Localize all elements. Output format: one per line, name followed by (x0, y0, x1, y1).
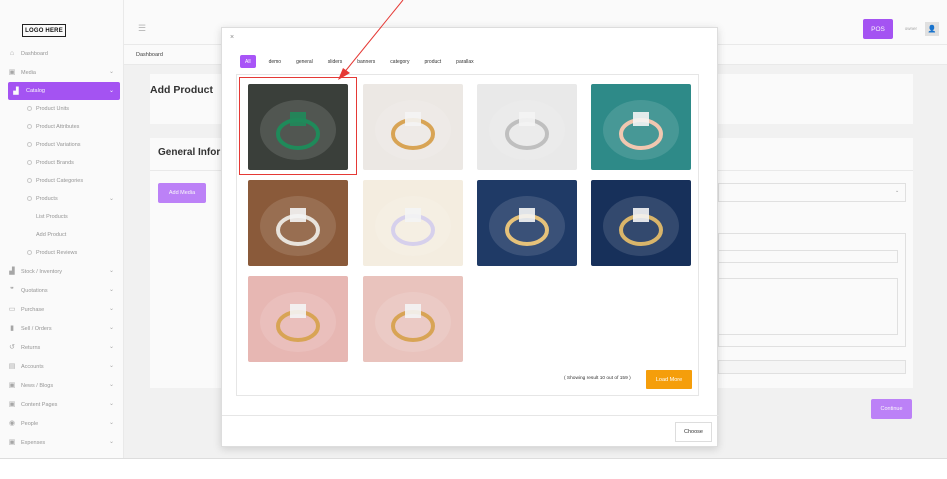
blue-box-ring-image[interactable] (477, 180, 577, 266)
tab-parallax[interactable]: parallax (456, 55, 474, 68)
tab-product[interactable]: product (424, 55, 441, 68)
modal-footer-divider (222, 415, 719, 416)
navy-box-gold-ring-image[interactable] (591, 180, 691, 266)
showing-results-text: ( Showing result 10 out of 159 ) (564, 376, 631, 381)
tab-all[interactable]: All (240, 55, 256, 68)
wood-band-ring-image[interactable] (248, 180, 348, 266)
tab-demo[interactable]: demo (269, 55, 282, 68)
selection-highlight (239, 77, 357, 175)
media-tabs: All demo general sliders banners category prod… (240, 55, 489, 68)
load-more-button[interactable]: Load More (646, 370, 692, 389)
tab-sliders[interactable]: sliders (328, 55, 342, 68)
pink-flower-ring-image[interactable] (363, 276, 463, 362)
tab-banners[interactable]: banners (357, 55, 375, 68)
choose-button[interactable]: Choose (675, 422, 712, 442)
media-modal: × All demo general sliders banners category pr… (221, 27, 719, 447)
flower-diamond-ring-image[interactable] (477, 84, 577, 170)
tab-category[interactable]: category (390, 55, 409, 68)
page: LOGO HERE ⌂ Dashboard ▣ Media ⌄ ▟ Catalog ⌄ Prod… (0, 0, 947, 479)
tab-general[interactable]: general (296, 55, 313, 68)
hand-ring-image[interactable] (591, 84, 691, 170)
footer-divider (0, 458, 947, 459)
pink-gold-ring-image[interactable] (248, 276, 348, 362)
rose-ring-image[interactable] (363, 180, 463, 266)
diamond-gold-ring-image[interactable] (363, 84, 463, 170)
close-icon[interactable]: × (230, 34, 234, 41)
